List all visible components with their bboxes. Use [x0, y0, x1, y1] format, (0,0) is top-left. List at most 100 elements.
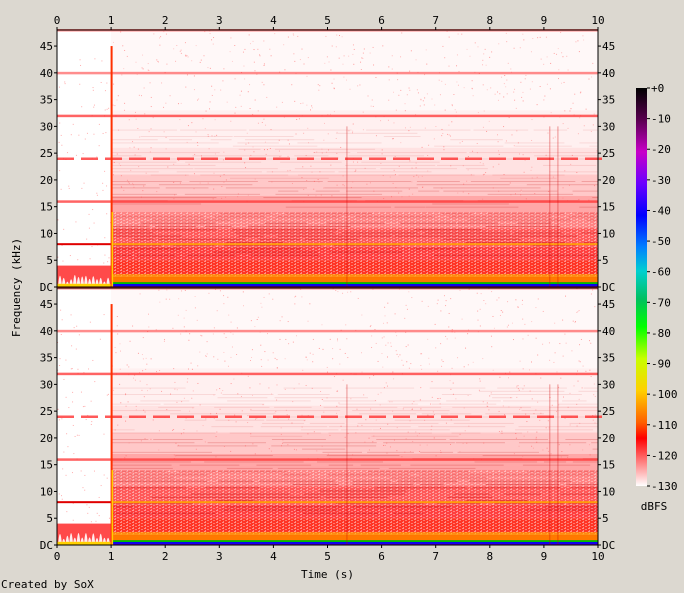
speckle [237, 196, 239, 198]
noise-streak [274, 406, 312, 408]
speckle [285, 338, 287, 340]
speckle [327, 149, 329, 151]
speckle [492, 187, 494, 189]
speckle [399, 354, 401, 356]
noise-streak [184, 419, 207, 421]
speckle [444, 83, 446, 85]
noise-streak [111, 245, 162, 247]
speckle [461, 33, 463, 35]
speckle [240, 105, 242, 107]
noise-band [111, 405, 598, 433]
speckle [484, 48, 486, 50]
noise-streak [262, 422, 305, 424]
speckle [177, 103, 179, 105]
speckle [305, 384, 307, 386]
pre-onset-dot [99, 338, 101, 340]
speckle [138, 166, 140, 168]
speckle [439, 403, 441, 405]
speckle [342, 292, 344, 294]
noise-streak [180, 129, 247, 131]
speckle [572, 102, 574, 104]
speckle [213, 172, 215, 174]
noise-streak [222, 509, 291, 511]
tone-line-dash [57, 157, 74, 160]
speckle [528, 369, 530, 371]
speckle [448, 326, 450, 328]
speckle [592, 124, 594, 126]
noise-streak [449, 216, 549, 218]
pre-onset-dot [87, 512, 89, 514]
speckle [552, 137, 554, 139]
speckle [307, 57, 309, 59]
tone-line-dash [489, 157, 506, 160]
noise-streak [549, 406, 598, 408]
speckle [564, 110, 566, 112]
noise-streak [335, 132, 418, 134]
speckle [455, 398, 457, 400]
speckle [260, 302, 262, 304]
noise-streak [327, 180, 411, 182]
speckle [125, 420, 127, 422]
speckle [588, 444, 590, 446]
noise-streak [521, 190, 558, 192]
speckle [191, 368, 193, 370]
tone-line-dash [105, 157, 122, 160]
speckle [333, 78, 335, 80]
speckle [234, 45, 236, 47]
speckle [356, 408, 358, 410]
speckle [525, 74, 527, 76]
colorbar-tick-label: -110 [651, 419, 678, 432]
speckle [522, 455, 524, 457]
noise-streak [111, 410, 181, 412]
noise-streak [348, 155, 425, 157]
pre-onset-dot [98, 145, 100, 147]
noise-streak [449, 438, 549, 440]
speckle [140, 440, 142, 442]
speckle [457, 192, 459, 194]
speckle [169, 298, 171, 300]
speckle [409, 70, 411, 72]
pre-onset-dot [96, 192, 98, 194]
speckle [433, 138, 435, 140]
speckle [211, 94, 213, 96]
speckle [530, 169, 532, 171]
speckle [392, 91, 394, 93]
speckle [409, 451, 411, 453]
pre-onset-dot [76, 325, 78, 327]
speckle [208, 292, 210, 294]
speckle [219, 175, 221, 177]
speckle [509, 371, 511, 373]
speckle [383, 387, 385, 389]
pre-onset-dot [60, 134, 62, 136]
speckle [373, 190, 375, 192]
speckle [508, 406, 510, 408]
tone-line-dash [225, 157, 242, 160]
speckle [419, 444, 421, 446]
speckle [237, 393, 239, 395]
speckle [187, 378, 189, 380]
speckle [126, 55, 128, 57]
tone-line-dash [441, 157, 458, 160]
tone-line-dash [177, 157, 194, 160]
noise-streak [335, 503, 373, 505]
speckle [466, 48, 468, 50]
noise-streak [274, 397, 369, 399]
speckle [141, 354, 143, 356]
speckle [554, 322, 556, 324]
noise-streak [328, 432, 432, 434]
speckle [440, 343, 442, 345]
transient-mark [346, 384, 348, 545]
speckle [559, 343, 561, 345]
speckle [482, 401, 484, 403]
pre-onset-dot [92, 359, 94, 361]
tone-line-dash [465, 157, 482, 160]
pre-onset-dot [100, 81, 102, 83]
noise-streak [231, 229, 338, 231]
y-tick-label: DC [602, 281, 615, 294]
speckle [489, 56, 491, 58]
y-tick-label: 40 [602, 325, 615, 338]
pre-onset-dot [68, 407, 70, 409]
speckle [146, 363, 148, 365]
speckle [507, 301, 509, 303]
speckle [496, 299, 498, 301]
